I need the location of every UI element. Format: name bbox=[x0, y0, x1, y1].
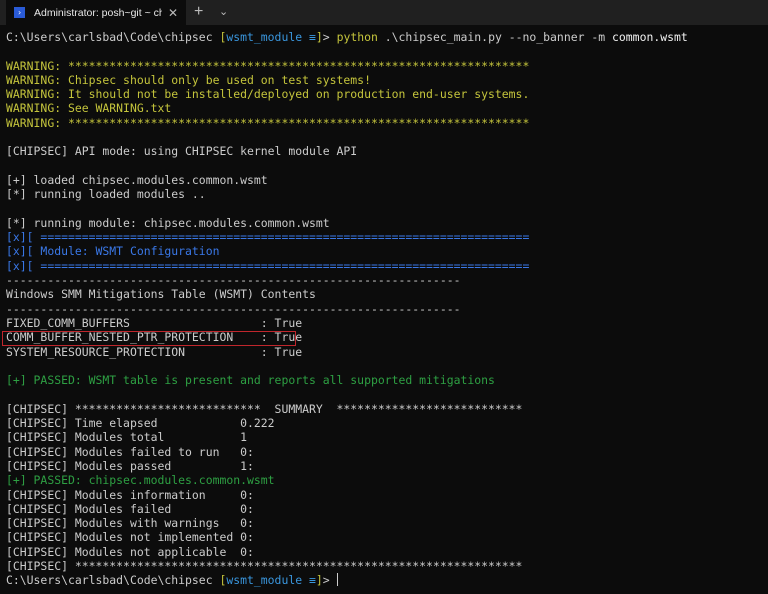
terminal-text: ----------------------------------------… bbox=[6, 273, 461, 288]
terminal-text: [+] PASSED: WSMT table is present and re… bbox=[6, 373, 495, 388]
terminal-text: [x][ ===================================… bbox=[6, 230, 530, 245]
terminal-text: .\chipsec_main.py bbox=[377, 30, 509, 44]
terminal-line: [*] running module: chipsec.modules.comm… bbox=[6, 216, 688, 230]
terminal-line: C:\Users\carlsbad\Code\chipsec [wsmt_mod… bbox=[6, 30, 688, 44]
terminal-text: WARNING: *******************************… bbox=[6, 115, 530, 130]
terminal-text: Windows SMM Mitigations Table (WSMT) Con… bbox=[6, 287, 316, 302]
tab-bar: › Administrator: posh~git ~ chipsec ✕ + … bbox=[0, 0, 768, 25]
terminal-text: FIXED_COMM_BUFFERS : True bbox=[6, 315, 303, 330]
terminal-line: [+] PASSED: chipsec.modules.common.wsmt bbox=[6, 473, 688, 487]
terminal-line: Windows SMM Mitigations Table (WSMT) Con… bbox=[6, 287, 688, 301]
terminal-line: FIXED_COMM_BUFFERS : True bbox=[6, 316, 688, 330]
terminal-output[interactable]: C:\Users\carlsbad\Code\chipsec [wsmt_mod… bbox=[6, 30, 688, 588]
terminal-line: [CHIPSEC] *************************** SU… bbox=[6, 402, 688, 416]
terminal-text: [CHIPSEC] Modules with warnings 0: bbox=[6, 516, 254, 531]
terminal-text: wsmt_module ≡ bbox=[226, 30, 316, 44]
terminal-text: ----------------------------------------… bbox=[6, 301, 461, 316]
terminal-text: [CHIPSEC] Modules information 0: bbox=[6, 487, 254, 502]
terminal-line: [CHIPSEC] Modules information 0: bbox=[6, 488, 688, 502]
cursor bbox=[336, 573, 338, 587]
terminal-line: ----------------------------------------… bbox=[6, 302, 688, 316]
terminal-text: [CHIPSEC] ******************************… bbox=[6, 558, 523, 573]
terminal-text: --no_banner -m bbox=[508, 30, 606, 44]
terminal-text: [CHIPSEC] *************************** SU… bbox=[6, 401, 523, 416]
terminal-line: WARNING: *******************************… bbox=[6, 59, 688, 73]
terminal-text: [x][ Module: WSMT Configuration bbox=[6, 244, 220, 259]
terminal-line: [x][ ===================================… bbox=[6, 230, 688, 244]
terminal-text: WARNING: It should not be installed/depl… bbox=[6, 87, 530, 102]
terminal-text: WARNING: *******************************… bbox=[6, 58, 530, 73]
terminal-line: [CHIPSEC] Time elapsed 0.222 bbox=[6, 416, 688, 430]
terminal-text: ] bbox=[315, 30, 323, 44]
terminal-line: [CHIPSEC] Modules not applicable 0: bbox=[6, 545, 688, 559]
terminal-line: [CHIPSEC] ******************************… bbox=[6, 559, 688, 573]
terminal-text: python bbox=[336, 30, 378, 44]
terminal-line: [+] loaded chipsec.modules.common.wsmt bbox=[6, 173, 688, 187]
terminal-text: ] bbox=[315, 573, 323, 588]
highlight-box bbox=[2, 331, 296, 346]
terminal-line: WARNING: Chipsec should only be used on … bbox=[6, 73, 688, 87]
terminal-line: SYSTEM_RESOURCE_PROTECTION : True bbox=[6, 345, 688, 359]
terminal-text: [+] loaded chipsec.modules.common.wsmt bbox=[6, 172, 268, 187]
terminal-text: WARNING: See WARNING.txt bbox=[6, 101, 172, 116]
terminal-line: WARNING: *******************************… bbox=[6, 116, 688, 130]
terminal-line: [CHIPSEC] Modules total 1 bbox=[6, 430, 688, 444]
terminal-text: [CHIPSEC] Time elapsed 0.222 bbox=[6, 416, 275, 431]
terminal-line: WARNING: See WARNING.txt bbox=[6, 101, 688, 115]
terminal-line: C:\Users\carlsbad\Code\chipsec [wsmt_mod… bbox=[6, 573, 688, 587]
terminal-text: [CHIPSEC] API mode: using CHIPSEC kernel… bbox=[6, 144, 358, 159]
terminal-line: [+] PASSED: WSMT table is present and re… bbox=[6, 373, 688, 387]
terminal-line: [CHIPSEC] Modules failed to run 0: bbox=[6, 445, 688, 459]
terminal-text: wsmt_module ≡ bbox=[226, 573, 316, 588]
terminal-text: WARNING: Chipsec should only be used on … bbox=[6, 72, 371, 87]
terminal-text: [CHIPSEC] Modules passed 1: bbox=[6, 458, 254, 473]
terminal-text: [x][ ===================================… bbox=[6, 258, 530, 273]
new-tab-button[interactable]: + bbox=[194, 3, 203, 21]
terminal-text: C:\Users\carlsbad\Code\chipsec bbox=[6, 30, 220, 44]
terminal-text: [CHIPSEC] Modules failed to run 0: bbox=[6, 444, 254, 459]
terminal-text: [+] PASSED: chipsec.modules.common.wsmt bbox=[6, 473, 275, 488]
terminal-text: common.wsmt bbox=[605, 30, 688, 44]
close-icon[interactable]: ✕ bbox=[168, 6, 178, 20]
terminal-text: [CHIPSEC] Modules not implemented 0: bbox=[6, 530, 254, 545]
tab-powershell[interactable]: › Administrator: posh~git ~ chipsec ✕ bbox=[6, 0, 186, 25]
powershell-icon: › bbox=[14, 7, 25, 18]
terminal-line: [x][ Module: WSMT Configuration bbox=[6, 244, 688, 258]
terminal-line: [*] running loaded modules .. bbox=[6, 187, 688, 201]
terminal-line: [CHIPSEC] Modules failed 0: bbox=[6, 502, 688, 516]
terminal-line: [CHIPSEC] Modules passed 1: bbox=[6, 459, 688, 473]
terminal-line: [CHIPSEC] Modules with warnings 0: bbox=[6, 516, 688, 530]
terminal-text: C:\Users\carlsbad\Code\chipsec bbox=[6, 573, 220, 588]
terminal-line: [CHIPSEC] API mode: using CHIPSEC kernel… bbox=[6, 144, 688, 158]
terminal-line: ----------------------------------------… bbox=[6, 273, 688, 287]
terminal-text: SYSTEM_RESOURCE_PROTECTION : True bbox=[6, 344, 303, 359]
terminal-text: > bbox=[322, 573, 337, 588]
terminal-text: [CHIPSEC] Modules failed 0: bbox=[6, 501, 254, 516]
terminal-line: [x][ ===================================… bbox=[6, 259, 688, 273]
terminal-text: [CHIPSEC] Modules total 1 bbox=[6, 430, 248, 445]
terminal-text: [*] running loaded modules .. bbox=[6, 187, 206, 202]
chevron-down-icon[interactable]: ⌄ bbox=[219, 5, 228, 18]
terminal-text: [*] running module: chipsec.modules.comm… bbox=[6, 215, 330, 230]
terminal-line: [CHIPSEC] Modules not implemented 0: bbox=[6, 530, 688, 544]
terminal-text: [CHIPSEC] Modules not applicable 0: bbox=[6, 544, 254, 559]
tab-title: Administrator: posh~git ~ chipsec bbox=[34, 6, 162, 19]
terminal-text: > bbox=[322, 30, 337, 44]
terminal-line: WARNING: It should not be installed/depl… bbox=[6, 87, 688, 101]
